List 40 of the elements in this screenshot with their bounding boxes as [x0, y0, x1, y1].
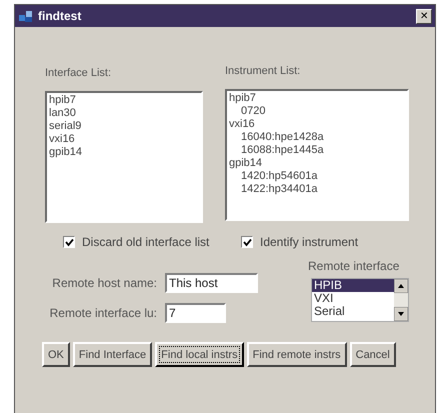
instrument-listbox[interactable]: hpib7 0720 vxi16 16040:hpe1428a 16088:hpe1445a gpib14 1420:hp54601a 1422:hp34401a	[225, 89, 409, 221]
list-item[interactable]: serial9	[49, 120, 199, 133]
list-item[interactable]: VXI	[312, 292, 394, 305]
checkbox[interactable]	[63, 236, 75, 248]
list-item[interactable]: 1420:hp54601a	[229, 170, 405, 183]
list-item[interactable]: hpib7	[49, 94, 199, 107]
list-item[interactable]: Serial	[312, 305, 394, 318]
checkbox[interactable]	[241, 236, 253, 248]
dialog-button[interactable]: Find local instrs	[155, 342, 244, 367]
list-item[interactable]: hpib7	[229, 92, 405, 105]
interface-listbox[interactable]: hpib7 lan30 serial9 vxi16 gpib14	[45, 91, 203, 223]
list-item[interactable]: 1422:hp34401a	[229, 183, 405, 196]
scroll-down-icon[interactable]	[394, 307, 408, 321]
list-item[interactable]: vxi16	[229, 118, 405, 131]
list-item[interactable]: 16088:hpe1445a	[229, 144, 405, 157]
app-icon	[18, 9, 34, 23]
checkbox-label: Discard old interface list	[82, 235, 210, 249]
list-label: Instrument List:	[225, 65, 302, 79]
dialog-button[interactable]: Find remote instrs	[246, 342, 347, 367]
scroll-up-icon[interactable]	[394, 279, 408, 293]
dialog-button[interactable]: OK	[42, 342, 70, 367]
checkbox-label: Identify instrument	[260, 235, 358, 249]
scrollbar[interactable]	[394, 279, 408, 321]
input-field[interactable]: 7	[165, 303, 226, 323]
list-label: Remote interface	[308, 259, 400, 273]
window-title: findtest	[38, 9, 82, 23]
dialog-button[interactable]: Find Interface	[72, 342, 152, 367]
list-label: Interface List:	[45, 67, 112, 81]
list-item[interactable]: gpib14	[49, 146, 199, 159]
field-label: Remote interface lu:	[48, 306, 158, 320]
list-item[interactable]: HPIB	[312, 279, 394, 292]
list-item[interactable]: gpib14	[229, 157, 405, 170]
list-item[interactable]: 16040:hpe1428a	[229, 131, 405, 144]
list-item[interactable]: lan30	[49, 107, 199, 120]
list-item[interactable]: vxi16	[49, 133, 199, 146]
close-button[interactable]: ✕	[416, 8, 432, 24]
list-item[interactable]: 0720	[229, 105, 405, 118]
field-label: Remote host name:	[51, 276, 158, 290]
dialog-button[interactable]: Cancel	[350, 342, 396, 367]
input-field[interactable]: This host	[165, 273, 258, 293]
